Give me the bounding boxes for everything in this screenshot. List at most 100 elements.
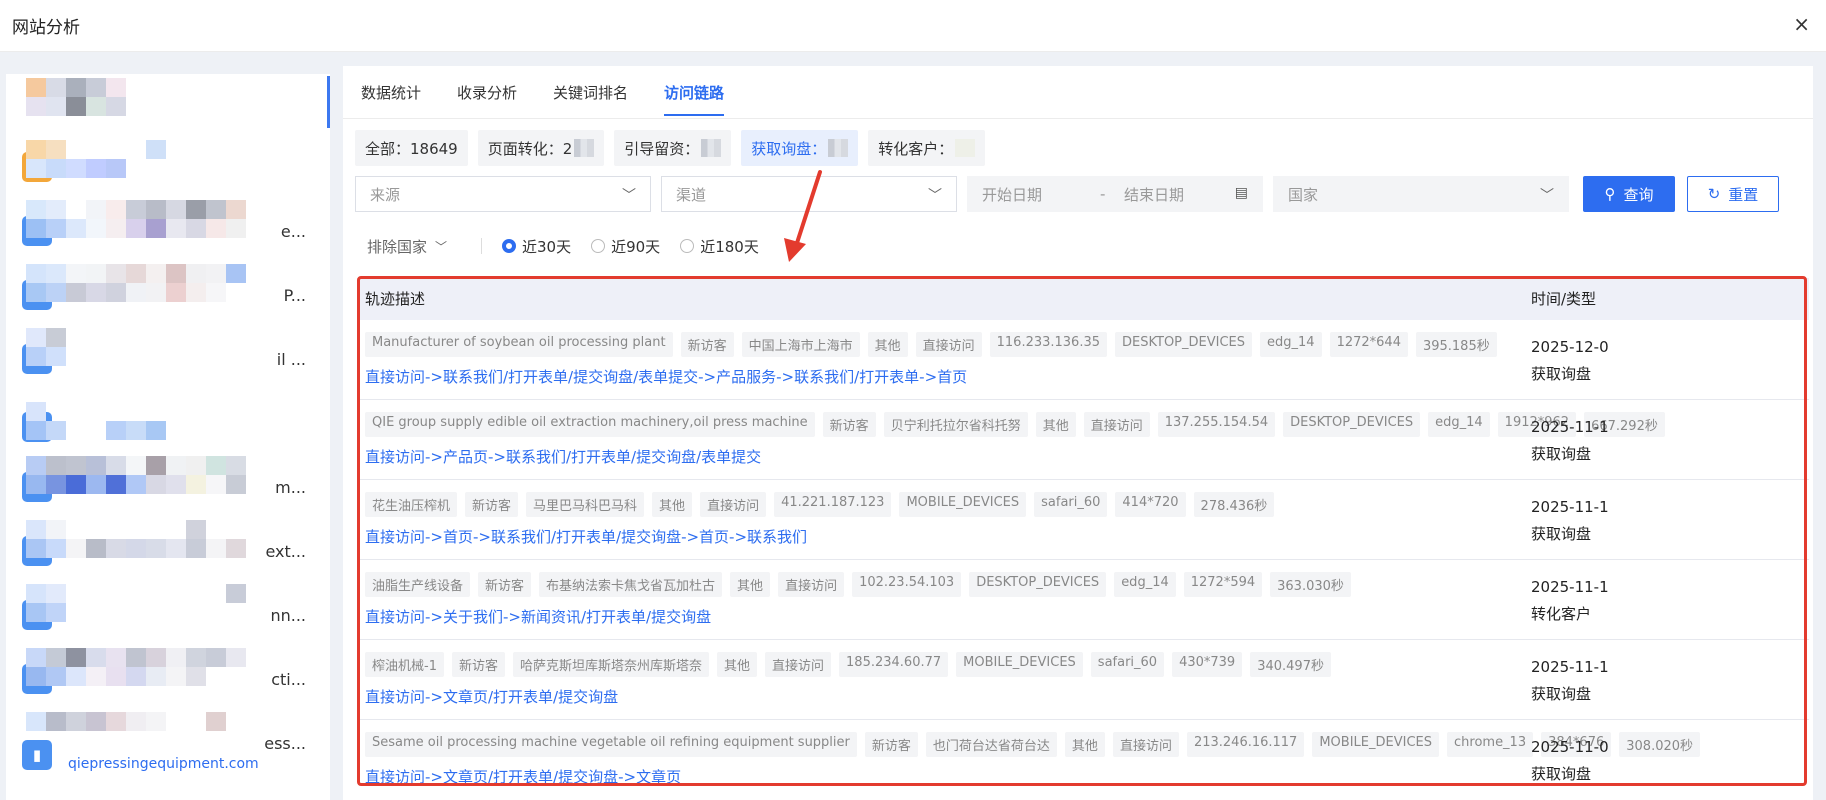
visit-tag: 马里巴马科巴马科 — [526, 492, 645, 517]
radio-30-days[interactable]: 近30天 — [502, 236, 571, 257]
visit-tag: 其他 — [717, 652, 758, 677]
site-name: il ... — [276, 350, 306, 369]
pixelated-site-logo — [26, 140, 246, 178]
pixelated-site-logo — [26, 712, 246, 731]
visit-path-link[interactable]: 直接访问->文章页/打开表单/提交询盘 — [365, 686, 618, 707]
site-item[interactable] — [6, 140, 330, 200]
visit-tag: Manufacturer of soybean oil processing p… — [365, 332, 673, 357]
site-item[interactable]: m... — [6, 456, 330, 516]
radio-unchecked-icon — [680, 239, 695, 253]
count-page-convert[interactable]: 页面转化：2 — [477, 130, 605, 166]
visit-path-table: 轨迹描述 时间/类型 Manufacturer of soybean oil p… — [359, 278, 1809, 790]
pixelated-site-logo — [26, 200, 246, 238]
radio-180-days[interactable]: 近180天 — [680, 236, 759, 257]
pixelated-site-logo — [26, 264, 246, 302]
visit-tag: 其他 — [867, 332, 908, 357]
tab-visit-path[interactable]: 访问链路 — [646, 66, 742, 118]
window-title: 网站分析 — [12, 18, 80, 38]
count-inquiry-label: 获取询盘： — [751, 139, 827, 158]
count-convert-customer[interactable]: 转化客户： — [868, 130, 986, 166]
chevron-down-icon: ﹀ — [435, 239, 448, 254]
visit-tag: 其他 — [1064, 732, 1105, 757]
tab-data-stats[interactable]: 数据统计 — [361, 66, 439, 118]
visit-tag: 直接访问 — [700, 492, 767, 517]
tab-keyword-ranking[interactable]: 关键词排名 — [535, 66, 646, 118]
site-item[interactable]: il ... — [6, 328, 330, 388]
exclude-country-select[interactable]: 排除国家 ﹀ — [355, 236, 481, 257]
site-item[interactable]: P... — [6, 264, 330, 324]
visit-time: 2025-11-1 — [1531, 418, 1609, 436]
visit-tag: 41.221.187.123 — [774, 492, 892, 517]
pixelated-site-logo — [26, 584, 246, 622]
pixelated-site-logo — [26, 328, 246, 366]
visit-tag: 哈萨克斯坦库斯塔奈州库斯塔奈 — [512, 652, 709, 677]
tab-bar: 数据统计 收录分析 关键词排名 访问链路 — [361, 66, 742, 118]
header-time-type: 时间/类型 — [1531, 290, 1597, 308]
count-guide-stay[interactable]: 引导留资： — [614, 130, 732, 166]
channel-select[interactable]: 渠道 ﹀ — [661, 176, 957, 212]
count-all[interactable]: 全部：18649 — [355, 130, 468, 166]
query-button[interactable]: ⚲ 查询 — [1583, 176, 1675, 212]
visit-tag: 新访客 — [451, 652, 505, 677]
site-item[interactable]: cti... — [6, 648, 330, 708]
source-select[interactable]: 来源 ﹀ — [355, 176, 651, 212]
radio-90-days[interactable]: 近90天 — [591, 236, 660, 257]
site-item[interactable]: ext... — [6, 520, 330, 580]
visit-tag: 137.255.154.54 — [1157, 412, 1276, 437]
count-filters: 全部：18649 页面转化：2 引导留资： 获取询盘： 转化客户： — [355, 130, 986, 166]
visit-tag: 新访客 — [478, 572, 532, 597]
table-row[interactable]: Sesame oil processing machine vegetable … — [359, 720, 1809, 790]
site-item[interactable]: nn... — [6, 584, 330, 644]
start-date-input[interactable]: 开始日期 — [982, 184, 1042, 205]
visit-path-link[interactable]: 直接访问->首页->联系我们/打开表单/提交询盘->首页->联系我们 — [365, 526, 807, 547]
visit-tag: 116.233.136.35 — [989, 332, 1108, 357]
visit-path-link[interactable]: 直接访问->文章页/打开表单/提交询盘->文章页 — [365, 766, 681, 787]
close-icon[interactable]: × — [1793, 14, 1810, 34]
end-date-input[interactable]: 结束日期 — [1124, 184, 1184, 205]
site-item[interactable] — [6, 392, 330, 452]
radio-30-days-label: 近30天 — [522, 237, 572, 256]
visit-tag: Sesame oil processing machine vegetable … — [365, 732, 857, 757]
visit-tag: edg_14 — [1428, 412, 1490, 437]
source-placeholder: 来源 — [370, 185, 401, 204]
site-list: e... P... il ... m... ext... nn... cti..… — [6, 74, 330, 800]
visit-path-link[interactable]: 直接访问->产品页->联系我们/打开表单/提交询盘/表单提交 — [365, 446, 761, 467]
tab-indexing[interactable]: 收录分析 — [439, 66, 535, 118]
site-item[interactable] — [6, 78, 330, 138]
count-all-label: 全部：18649 — [365, 139, 458, 158]
table-row[interactable]: 花生油压榨机 新访客 马里巴马科巴马科 其他 直接访问 41.221.187.123 MOB… — [359, 480, 1809, 560]
reset-label: 重置 — [1728, 185, 1759, 204]
visit-tag: 花生油压榨机 — [365, 492, 458, 517]
site-name: e... — [280, 222, 306, 241]
country-select[interactable]: 国家 ﹀ — [1273, 176, 1569, 212]
visit-type: 获取询盘 — [1531, 685, 1592, 703]
visit-tag: 278.436秒 — [1193, 492, 1275, 517]
visit-tag: 102.23.54.103 — [852, 572, 962, 597]
table-header: 轨迹描述 时间/类型 — [359, 278, 1809, 320]
visit-tag: 其他 — [730, 572, 771, 597]
visit-tags: 花生油压榨机 新访客 马里巴马科巴马科 其他 直接访问 41.221.187.123 MOB… — [365, 492, 1275, 517]
count-inquiry[interactable]: 获取询盘： — [741, 130, 859, 166]
query-label: 查询 — [1623, 185, 1654, 204]
visit-type: 获取询盘 — [1531, 445, 1592, 463]
visit-tag: DESKTOP_DEVICES — [1115, 332, 1253, 357]
pixelated-site-logo — [26, 78, 246, 116]
table-row[interactable]: Manufacturer of soybean oil processing p… — [359, 320, 1809, 400]
visit-tag: 布基纳法索卡焦戈省瓦加杜古 — [539, 572, 723, 597]
visit-tag: 213.246.16.117 — [1186, 732, 1305, 757]
visit-tags: 油脂生产线设备 新访客 布基纳法索卡焦戈省瓦加杜古 其他 直接访问 102.23.54.1… — [365, 572, 1351, 597]
visit-tag: 新访客 — [680, 332, 734, 357]
date-range-picker[interactable]: 开始日期 - 结束日期 ▤ — [967, 176, 1263, 212]
table-row[interactable]: 榨油机械-1 新访客 哈萨克斯坦库斯塔奈州库斯塔奈 其他 直接访问 185.234.60.… — [359, 640, 1809, 720]
visit-tag: 308.020秒 — [1619, 732, 1701, 757]
visit-path-link[interactable]: 直接访问->联系我们/打开表单/提交询盘/表单提交->产品服务->联系我们/打开… — [365, 366, 967, 387]
visit-tag: 直接访问 — [1083, 412, 1150, 437]
visit-path-link[interactable]: 直接访问->关于我们->新闻资讯/打开表单/提交询盘 — [365, 606, 711, 627]
table-row[interactable]: 油脂生产线设备 新访客 布基纳法索卡焦戈省瓦加杜古 其他 直接访问 102.23.54.1… — [359, 560, 1809, 640]
reset-button[interactable]: ↻ 重置 — [1687, 176, 1779, 212]
site-domain[interactable]: qiepressingequipment.com — [68, 756, 259, 772]
visit-tag: MOBILE_DEVICES — [899, 492, 1027, 517]
table-row[interactable]: QIE group supply edible oil extraction m… — [359, 400, 1809, 480]
site-item[interactable]: e... — [6, 200, 330, 260]
header-desc: 轨迹描述 — [365, 290, 426, 308]
